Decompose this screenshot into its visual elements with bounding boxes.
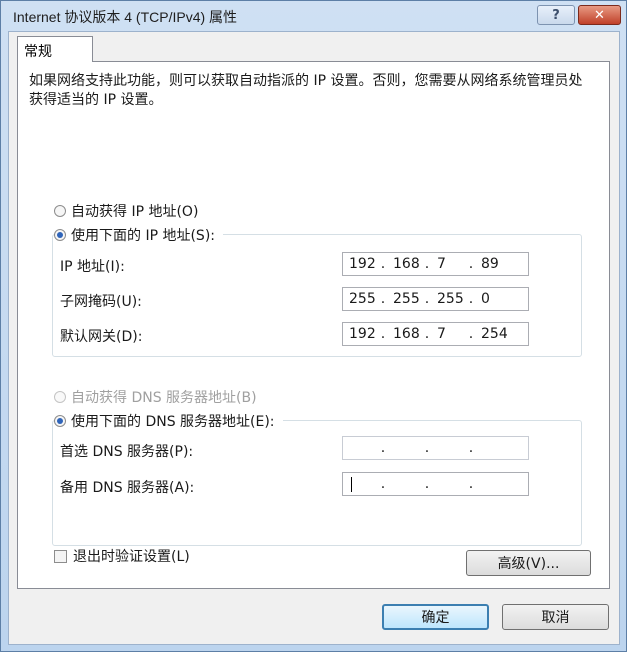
octet-3: 255 [437,291,464,307]
radio-manual-dns[interactable]: 使用下面的 DNS 服务器地址(E): [54,411,283,431]
radio-auto-dns[interactable]: 自动获得 DNS 服务器地址(B) [54,387,257,407]
octet-4: 0 [481,291,490,307]
octet-1: 192 [349,326,376,342]
octet-1: 192 [349,256,376,272]
title-bar[interactable]: Internet 协议版本 4 (TCP/IPv4) 属性 ? ✕ [1,1,626,31]
radio-button-disabled-icon [54,391,66,403]
radio-manual-ip[interactable]: 使用下面的 IP 地址(S): [54,225,223,245]
ip-address-label: IP 地址(I): [60,259,125,275]
close-button[interactable]: ✕ [578,5,621,25]
help-button[interactable]: ? [537,5,575,25]
octet-4: 89 [481,256,499,272]
octet-separator: . [424,326,430,342]
help-icon: ? [552,7,560,23]
octet-separator: . [468,256,474,272]
validate-on-exit-checkbox[interactable]: 退出时验证设置(L) [54,546,190,566]
dialog-client: 常规 如果网络支持此功能，则可以获取自动指派的 IP 设置。否则，您需要从网络系… [8,31,620,645]
octet-separator: . [380,256,386,272]
octet-separator: . [380,326,386,342]
radio-button-checked-icon [54,415,66,427]
octet-3: 7 [437,256,446,272]
ok-button[interactable]: 确定 [382,604,489,630]
octet-separator: . [424,291,430,307]
octet-separator: . [380,476,386,492]
octet-separator: . [468,326,474,342]
dialog-window: Internet 协议版本 4 (TCP/IPv4) 属性 ? ✕ 常规 如果网… [0,0,627,652]
checkbox-icon [54,549,67,563]
tab-general[interactable]: 常规 [17,36,93,62]
octet-separator: . [380,440,386,456]
advanced-button[interactable]: 高级(V)... [466,550,591,576]
radio-auto-ip-label: 自动获得 IP 地址(O) [71,204,199,220]
advanced-button-label: 高级(V)... [497,556,560,572]
close-icon: ✕ [594,7,605,23]
cancel-button[interactable]: 取消 [502,604,609,630]
octet-separator: . [424,440,430,456]
octet-separator: . [468,476,474,492]
octet-2: 168 [393,326,420,342]
description-text: 如果网络支持此功能，则可以获取自动指派的 IP 设置。否则，您需要从网络系统管理… [29,73,583,108]
octet-1 [343,476,379,492]
subnet-mask-label: 子网掩码(U): [60,294,142,310]
radio-manual-ip-label: 使用下面的 IP 地址(S): [71,228,215,244]
validate-on-exit-label: 退出时验证设置(L) [73,549,190,565]
default-gateway-input[interactable]: 192. 168. 7. 254 [342,322,529,346]
octet-3: 7 [437,326,446,342]
octet-separator: . [424,256,430,272]
ip-address-input[interactable]: 192. 168. 7. 89 [342,252,529,276]
radio-button-icon [54,205,66,217]
text-cursor [351,476,352,492]
subnet-mask-input[interactable]: 255. 255. 255. 0 [342,287,529,311]
octet-4: 254 [481,326,508,342]
octet-2: 168 [393,256,420,272]
general-panel: 如果网络支持此功能，则可以获取自动指派的 IP 设置。否则，您需要从网络系统管理… [17,61,610,589]
ok-button-label: 确定 [421,610,450,626]
preferred-dns-label: 首选 DNS 服务器(P): [60,444,194,460]
radio-auto-dns-label: 自动获得 DNS 服务器地址(B) [71,390,257,406]
octet-separator: . [424,476,430,492]
octet-2: 255 [393,291,420,307]
alternate-dns-label: 备用 DNS 服务器(A): [60,480,195,496]
radio-manual-dns-label: 使用下面的 DNS 服务器地址(E): [71,414,275,430]
octet-separator: . [468,291,474,307]
preferred-dns-input[interactable]: ... [342,436,529,460]
octet-separator: . [380,291,386,307]
window-title: Internet 协议版本 4 (TCP/IPv4) 属性 [13,9,238,25]
octet-1: 255 [349,291,376,307]
cancel-button-label: 取消 [541,610,570,626]
radio-button-checked-icon [54,229,66,241]
default-gateway-label: 默认网关(D): [60,329,143,345]
alternate-dns-input[interactable]: ... [342,472,529,496]
octet-separator: . [468,440,474,456]
radio-auto-ip[interactable]: 自动获得 IP 地址(O) [54,201,198,221]
tab-label: 常规 [24,44,52,60]
